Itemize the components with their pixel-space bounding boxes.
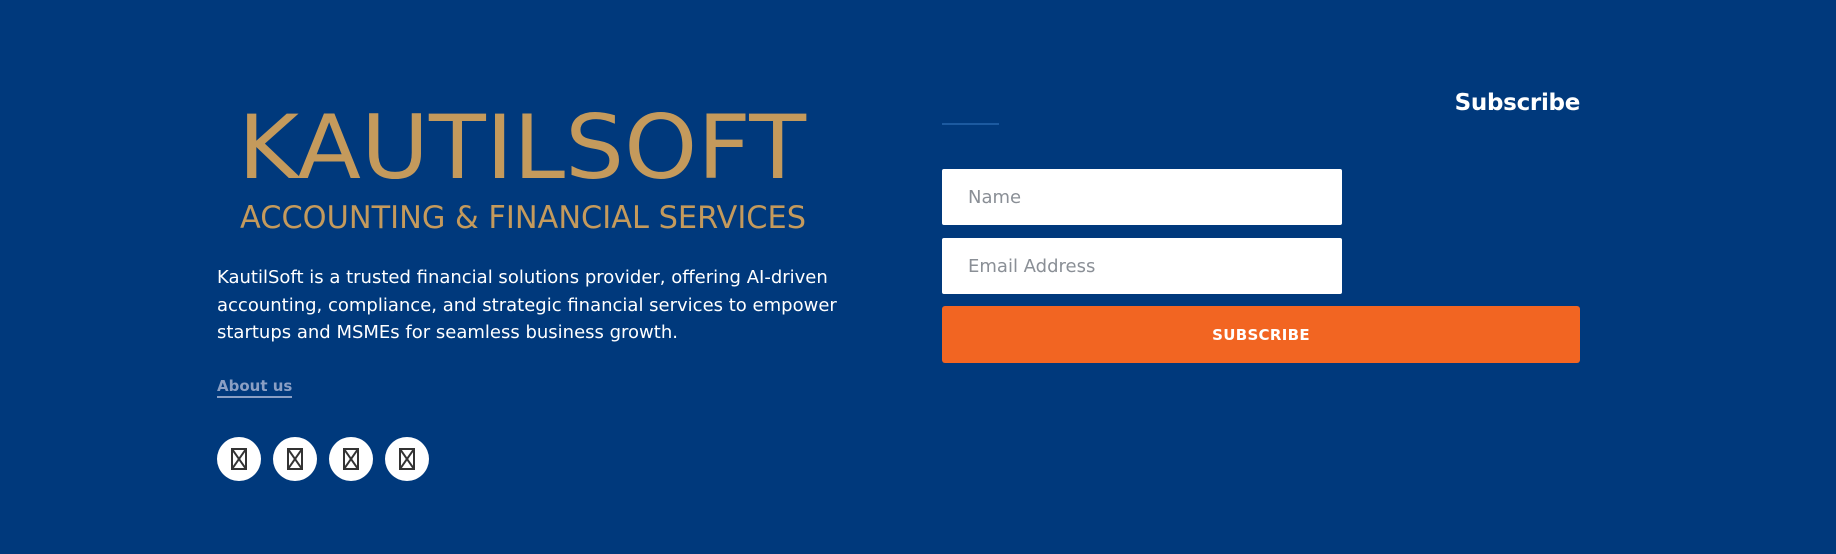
subscribe-button[interactable]: SUBSCRIBE — [942, 306, 1580, 363]
missing-glyph-icon — [287, 448, 303, 470]
missing-glyph-icon — [231, 448, 247, 470]
email-input[interactable] — [942, 238, 1342, 294]
logo-tagline-text: ACCOUNTING & FINANCIAL SERVICES — [240, 200, 806, 236]
social-links — [217, 437, 429, 481]
social-icon-4[interactable] — [385, 437, 429, 481]
company-description: KautilSoft is a trusted financial soluti… — [217, 267, 837, 343]
logo-main-text: KAUTILSOFT — [238, 100, 807, 199]
name-input[interactable] — [942, 169, 1342, 225]
heading-divider — [942, 123, 999, 125]
social-icon-1[interactable] — [217, 437, 261, 481]
brand-logo: KAUTILSOFT ACCOUNTING & FINANCIAL SERVIC… — [238, 100, 810, 236]
about-us-link[interactable]: About us — [217, 377, 293, 398]
social-icon-3[interactable] — [329, 437, 373, 481]
missing-glyph-icon — [343, 448, 359, 470]
subscribe-heading: Subscribe — [1454, 90, 1581, 116]
social-icon-2[interactable] — [273, 437, 317, 481]
missing-glyph-icon — [399, 448, 415, 470]
